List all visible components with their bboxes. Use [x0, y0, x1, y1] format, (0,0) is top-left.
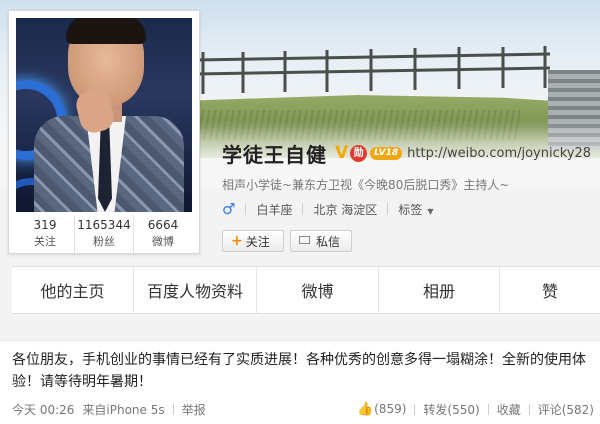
male-icon: ♂ — [222, 200, 236, 218]
verified-icon[interactable]: V — [335, 143, 348, 163]
tags-dropdown[interactable]: 标签 ▼ — [398, 201, 433, 218]
report-link[interactable]: 举报 — [182, 401, 206, 418]
favorite-button[interactable]: 收藏 — [497, 401, 521, 418]
stat-posts[interactable]: 6664 微博 — [134, 215, 192, 253]
profile-stats: 319 关注 1165344 粉丝 6664 微博 — [16, 215, 192, 253]
repost-button[interactable]: 转发(550) — [423, 401, 479, 418]
stat-value: 319 — [33, 218, 57, 232]
tab-likes[interactable]: 赞 — [500, 267, 600, 313]
profile-tabs: 他的主页 百度人物资料 微博 相册 赞 — [12, 266, 600, 314]
follow-button[interactable]: + 关注 — [222, 230, 284, 252]
envelope-icon — [299, 236, 310, 244]
constellation[interactable]: 白羊座 — [256, 201, 292, 218]
avatar-card: 319 关注 1165344 粉丝 6664 微博 — [8, 10, 200, 254]
stat-label: 微博 — [152, 235, 174, 248]
profile-name-row: 学徒王自健 V 勋 LV18 http://weibo.com/joynicky… — [222, 140, 591, 167]
post-source[interactable]: 来自iPhone 5s — [82, 401, 164, 418]
location[interactable]: 北京 海淀区 — [313, 201, 377, 218]
stat-value: 1165344 — [77, 218, 131, 232]
stat-label: 关注 — [34, 235, 56, 248]
plus-icon: + — [231, 233, 243, 249]
stat-label: 粉丝 — [93, 235, 115, 248]
message-button[interactable]: 私信 — [290, 230, 352, 252]
post-meta: 今天 00:26 来自iPhone 5s 举报 — [12, 401, 206, 418]
profile-name: 学徒王自健 — [222, 142, 327, 167]
caret-down-icon: ▼ — [427, 206, 434, 216]
like-count: (859) — [374, 401, 407, 416]
avatar-hair — [66, 18, 146, 44]
divider — [487, 403, 489, 415]
profile-bio: 相声小学徒~兼东方卫视《今晚80后脱口秀》主持人~ — [222, 178, 510, 192]
level-badge[interactable]: LV18 — [370, 146, 403, 160]
tab-baidu-profile[interactable]: 百度人物资料 — [134, 267, 257, 313]
tab-weibo[interactable]: 微博 — [257, 267, 379, 313]
medal-icon[interactable]: 勋 — [350, 144, 368, 162]
divider — [302, 203, 304, 215]
weibo-post: 各位朋友，手机创业的事情已经有了实质进展！各种优秀的创意多得一塌糊涂！全新的使用… — [0, 340, 600, 424]
like-button[interactable]: 👍(859) — [357, 402, 406, 417]
profile-meta: ♂ 白羊座 北京 海淀区 标签 ▼ — [222, 200, 433, 218]
stat-followers[interactable]: 1165344 粉丝 — [75, 215, 134, 253]
post-footer: 今天 00:26 来自iPhone 5s 举报 👍(859) 转发(550) 收… — [12, 400, 594, 418]
message-label: 私信 — [316, 234, 341, 249]
divider — [172, 403, 174, 415]
stat-following[interactable]: 319 关注 — [16, 215, 75, 253]
post-time[interactable]: 今天 00:26 — [12, 401, 74, 418]
stat-value: 6664 — [147, 218, 179, 232]
divider — [245, 203, 247, 215]
post-text: 各位朋友，手机创业的事情已经有了实质进展！各种优秀的创意多得一塌糊涂！全新的使用… — [12, 352, 586, 390]
thumbs-up-icon: 👍 — [356, 401, 374, 417]
tab-home[interactable]: 他的主页 — [12, 267, 134, 313]
divider — [528, 403, 530, 415]
divider — [414, 403, 416, 415]
divider — [387, 203, 389, 215]
comment-button[interactable]: 评论(582) — [538, 401, 594, 418]
follow-label: 关注 — [245, 234, 270, 249]
post-actions: 👍(859) 转发(550) 收藏 评论(582) — [357, 401, 594, 418]
cover-fence — [195, 46, 550, 94]
tags-label: 标签 — [398, 202, 423, 217]
avatar[interactable] — [16, 18, 192, 212]
profile-url-link[interactable]: http://weibo.com/joynicky28 — [407, 146, 591, 161]
tab-album[interactable]: 相册 — [379, 267, 500, 313]
